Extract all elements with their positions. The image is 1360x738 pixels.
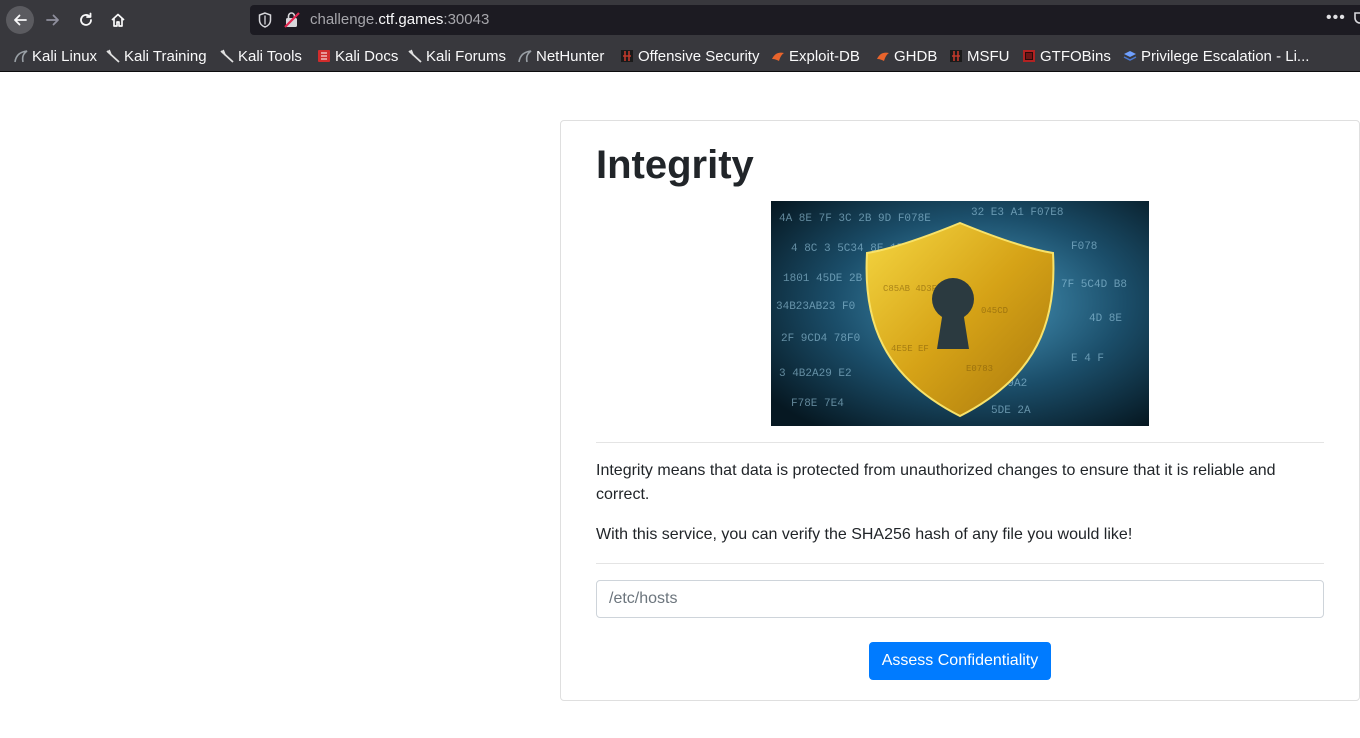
page-actions-menu-icon[interactable]: ••• — [1326, 9, 1346, 27]
layers-icon — [1123, 49, 1137, 63]
kali-dragon-icon — [408, 49, 422, 63]
bookmark-label: Kali Linux — [32, 47, 98, 65]
svg-text:1801 45DE 2B: 1801 45DE 2B — [783, 273, 863, 285]
forward-button[interactable] — [39, 6, 67, 34]
url-host: ctf.games — [378, 11, 444, 28]
svg-text:5DE 2A: 5DE 2A — [991, 405, 1031, 417]
url-text[interactable]: challenge.ctf.games:30043 — [310, 11, 489, 28]
bookmark-label: Privilege Escalation - Li... — [1141, 47, 1310, 65]
bookmark-label: MSFU — [967, 47, 1010, 65]
bookmark-msfu[interactable]: MSFU — [949, 46, 1010, 66]
bookmark-privilege-escalation[interactable]: Privilege Escalation - Li... — [1123, 46, 1309, 66]
bookmark-label: Offensive Security — [638, 47, 760, 65]
bookmark-label: Kali Training — [124, 47, 207, 65]
assess-confidentiality-button[interactable]: Assess Confidentiality — [869, 642, 1051, 680]
reload-icon — [80, 12, 92, 26]
bookmark-label: Kali Docs — [335, 47, 399, 65]
file-path-input[interactable] — [596, 580, 1324, 618]
svg-text:F078: F078 — [1071, 241, 1097, 253]
kali-dragon-icon — [220, 49, 234, 63]
bookmark-kali-docs[interactable]: Kali Docs — [317, 46, 398, 66]
bookmark-offensive-security[interactable]: Offensive Security — [620, 46, 759, 66]
exploit-db-icon — [771, 49, 785, 63]
integrity-description: Integrity means that data is protected f… — [596, 462, 1276, 503]
svg-text:E 4 F: E 4 F — [1071, 353, 1104, 365]
offsec-icon — [949, 49, 963, 63]
url-bar[interactable]: challenge.ctf.games:30043 ••• — [250, 5, 1360, 35]
pocket-icon[interactable] — [1354, 11, 1360, 32]
arrow-right-icon — [46, 14, 59, 26]
bookmark-label: Exploit-DB — [789, 47, 860, 65]
svg-text:E0783: E0783 — [966, 364, 993, 374]
bookmark-label: GTFOBins — [1040, 47, 1111, 65]
url-port: :30043 — [443, 11, 490, 28]
svg-text:32 E3 A1 F07E8: 32 E3 A1 F07E8 — [971, 207, 1063, 219]
svg-text:045CD: 045CD — [981, 306, 1008, 316]
kali-dragon-icon — [518, 49, 532, 63]
kali-dragon-icon — [106, 49, 120, 63]
bookmark-kali-training[interactable]: Kali Training — [106, 46, 207, 66]
svg-text:2F 9CD4 78F0: 2F 9CD4 78F0 — [781, 333, 860, 345]
bookmark-label: GHDB — [894, 47, 938, 65]
reload-button[interactable] — [72, 6, 100, 34]
insecure-lock-icon[interactable] — [284, 11, 300, 34]
svg-text:4E5E EF: 4E5E EF — [891, 344, 929, 354]
exploit-db-icon — [876, 49, 890, 63]
svg-text:F78E 7E4: F78E 7E4 — [791, 398, 844, 410]
svg-text:4D 8E: 4D 8E — [1089, 313, 1122, 325]
browser-toolbar: challenge.ctf.games:30043 ••• — [0, 0, 1360, 40]
bookmark-kali-forums[interactable]: Kali Forums — [408, 46, 506, 66]
svg-text:34B23AB23 F0: 34B23AB23 F0 — [776, 301, 855, 313]
bookmarks-toolbar: Kali Linux Kali Training Kali Tools Kali… — [0, 40, 1360, 72]
divider — [596, 563, 1324, 564]
bookmark-label: Kali Tools — [238, 47, 302, 65]
bookmark-exploit-db[interactable]: Exploit-DB — [771, 46, 860, 66]
bookmark-ghdb[interactable]: GHDB — [876, 46, 937, 66]
gtfobins-icon — [1022, 49, 1036, 63]
bookmark-kali-tools[interactable]: Kali Tools — [220, 46, 302, 66]
bookmark-gtfobins[interactable]: GTFOBins — [1022, 46, 1111, 66]
bookmark-label: NetHunter — [536, 47, 605, 65]
arrow-left-icon — [14, 14, 27, 26]
svg-text:3 4B2A29 E2: 3 4B2A29 E2 — [779, 368, 852, 380]
home-button[interactable] — [104, 6, 132, 34]
tracking-shield-icon[interactable] — [258, 12, 272, 33]
bookmark-nethunter[interactable]: NetHunter — [518, 46, 604, 66]
kali-dragon-icon — [14, 49, 28, 63]
url-prefix: challenge. — [310, 11, 379, 28]
kali-docs-icon — [317, 49, 331, 63]
page-title: Integrity — [596, 143, 754, 187]
back-button[interactable] — [6, 6, 34, 34]
bookmark-label: Kali Forums — [426, 47, 507, 65]
svg-text:C85AB 4D3F: C85AB 4D3F — [883, 284, 937, 294]
home-icon — [111, 13, 125, 27]
integrity-card: Integrity 4A 8E 7F 3C 2B 9D F078E 32 E3 … — [560, 120, 1360, 701]
divider — [596, 442, 1324, 443]
svg-text:4A 8E 7F 3C 2B 9D F078E: 4A 8E 7F 3C 2B 9D F078E — [779, 213, 931, 225]
service-description: With this service, you can verify the SH… — [596, 526, 1133, 543]
bookmark-kali-linux[interactable]: Kali Linux — [14, 46, 97, 66]
security-shield-image: 4A 8E 7F 3C 2B 9D F078E 32 E3 A1 F07E8 4… — [771, 201, 1149, 426]
offsec-icon — [620, 49, 634, 63]
svg-text:7F 5C4D B8: 7F 5C4D B8 — [1061, 279, 1127, 291]
